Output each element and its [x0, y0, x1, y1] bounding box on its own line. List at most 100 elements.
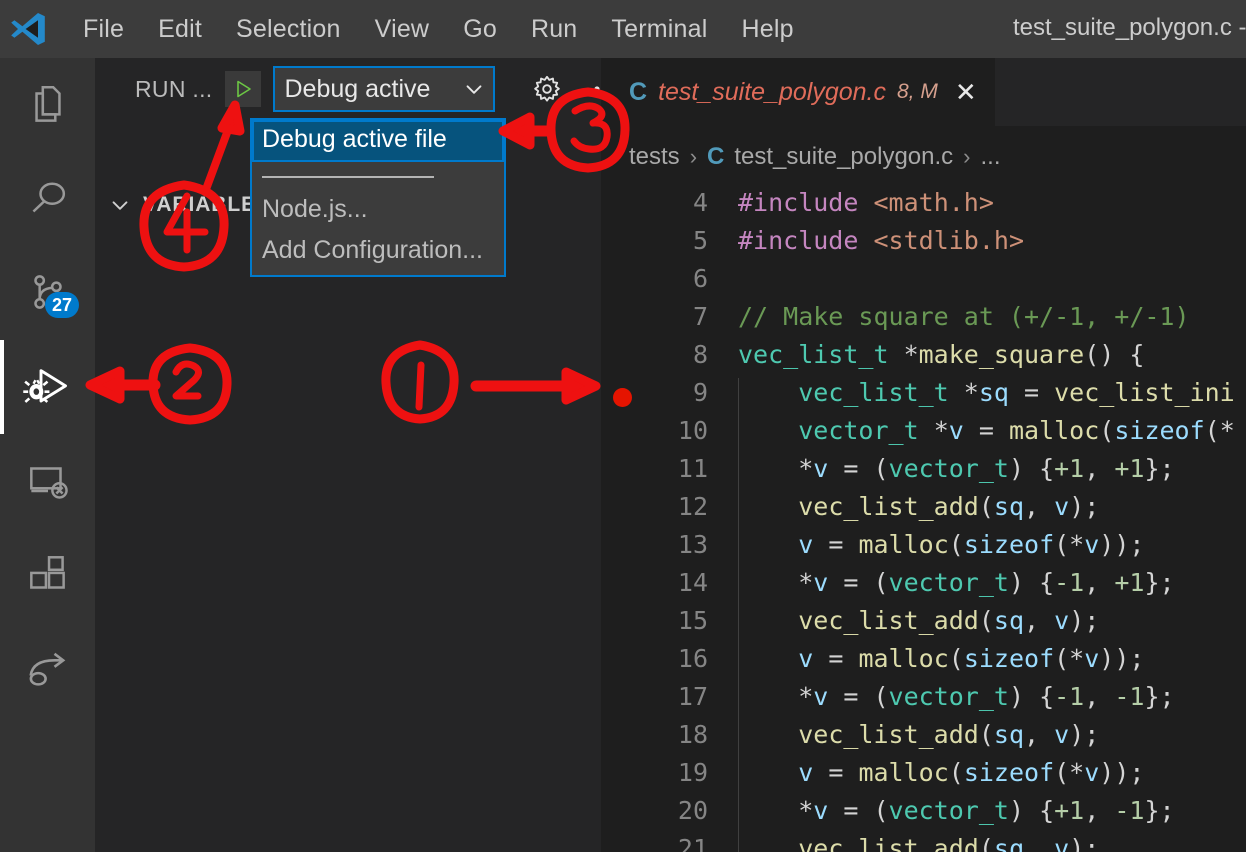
code-line-text: v = malloc(sizeof(*v));: [738, 758, 1144, 787]
tab-label: test_suite_polygon.c: [658, 78, 886, 107]
line-number: 21: [601, 834, 720, 852]
code-line-text: vec_list_t *sq = vec_list_ini: [738, 378, 1235, 407]
chevron-down-icon: [107, 192, 133, 218]
code-editor-content[interactable]: 4 #include <math.h> 5 #include <stdlib.h> 67…: [601, 188, 1246, 852]
code-line-text: vec_list_add(sq, v);: [738, 606, 1099, 635]
code-line[interactable]: 13 v = malloc(sizeof(*v));: [601, 530, 1246, 568]
line-number: 7: [601, 302, 720, 340]
chevron-right-icon: ›: [963, 144, 970, 170]
code-line[interactable]: 7// Make square at (+/-1, +/-1): [601, 302, 1246, 340]
source-control-badge: 27: [45, 292, 79, 318]
dropdown-separator: [252, 162, 504, 190]
code-line-text: vector_t *v = malloc(sizeof(*: [738, 416, 1235, 445]
breadcrumb: tests › C test_suite_polygon.c › ...: [601, 126, 1246, 188]
sidebar-title: RUN ...: [135, 76, 213, 103]
line-number: 9: [601, 378, 720, 416]
vscode-window: File Edit Selection View Go Run Terminal…: [0, 0, 1246, 852]
add-configuration-menu-item[interactable]: Add Configuration...: [252, 231, 504, 273]
debug-configuration-value: Debug active: [285, 75, 461, 104]
vscode-logo: [8, 9, 48, 49]
line-number: 20: [601, 796, 720, 834]
tab-test-suite-polygon-c[interactable]: C test_suite_polygon.c 8, M ✕: [601, 58, 995, 126]
code-line[interactable]: 12 vec_list_add(sq, v);: [601, 492, 1246, 530]
line-number: 6: [601, 264, 720, 302]
menu-item-file[interactable]: File: [66, 11, 141, 48]
debug-configuration-select[interactable]: Debug active: [273, 66, 495, 112]
code-line[interactable]: 10 vector_t *v = malloc(sizeof(*: [601, 416, 1246, 454]
code-line[interactable]: 19 v = malloc(sizeof(*v));: [601, 758, 1246, 796]
debug-active-file-menu-item[interactable]: Debug active file: [252, 120, 504, 162]
title-bar: File Edit Selection View Go Run Terminal…: [0, 0, 1246, 58]
c-file-icon: C: [629, 78, 647, 107]
line-number: 16: [601, 644, 720, 682]
close-icon[interactable]: ✕: [955, 77, 977, 108]
menu-item-terminal[interactable]: Terminal: [594, 11, 724, 48]
menu-bar: File Edit Selection View Go Run Terminal…: [66, 11, 811, 48]
activitybar-item-share[interactable]: [0, 622, 95, 716]
code-line-text: v = malloc(sizeof(*v));: [738, 644, 1144, 673]
remote-explorer-icon: [23, 456, 73, 506]
nodejs-menu-item[interactable]: Node.js...: [252, 190, 504, 232]
code-line[interactable]: 11 *v = (vector_t) {+1, +1};: [601, 454, 1246, 492]
start-debugging-play-button[interactable]: [225, 71, 261, 107]
activitybar-item-search[interactable]: [0, 152, 95, 246]
line-number: 4: [601, 188, 720, 226]
activitybar-item-extensions[interactable]: [0, 528, 95, 622]
menu-item-edit[interactable]: Edit: [141, 11, 219, 48]
code-line[interactable]: 16 v = malloc(sizeof(*v));: [601, 644, 1246, 682]
code-line[interactable]: 21 vec_list_add(sq, v);: [601, 834, 1246, 852]
activitybar-item-explorer[interactable]: [0, 58, 95, 152]
editor-area: C test_suite_polygon.c 8, M ✕ tests › C …: [601, 58, 1246, 852]
extensions-icon: [23, 550, 73, 600]
debug-configuration-dropdown: Debug active file Node.js... Add Configu…: [250, 118, 506, 277]
tab-status-badge: 8, M: [897, 80, 938, 104]
code-line-text: vec_list_t *make_square() {: [738, 340, 1144, 369]
line-number: 5: [601, 226, 720, 264]
code-line-text: vec_list_add(sq, v);: [738, 492, 1099, 521]
gear-icon: [530, 72, 564, 106]
code-line[interactable]: 18 vec_list_add(sq, v);: [601, 720, 1246, 758]
run-debug-icon: [20, 359, 76, 415]
code-line[interactable]: 6: [601, 264, 1246, 302]
c-file-icon: C: [707, 143, 724, 171]
menu-item-help[interactable]: Help: [724, 11, 810, 48]
code-line[interactable]: 15 vec_list_add(sq, v);: [601, 606, 1246, 644]
breadcrumb-file[interactable]: test_suite_polygon.c: [734, 143, 953, 171]
line-number: 13: [601, 530, 720, 568]
code-line-text: vec_list_add(sq, v);: [738, 834, 1099, 852]
chevron-down-icon: [461, 76, 487, 102]
line-number: 15: [601, 606, 720, 644]
tab-bar: C test_suite_polygon.c 8, M ✕: [601, 58, 1246, 126]
code-line[interactable]: 5 #include <stdlib.h>: [601, 226, 1246, 264]
code-line[interactable]: 20 *v = (vector_t) {+1, -1};: [601, 796, 1246, 834]
activitybar-item-run-and-debug[interactable]: [0, 340, 95, 434]
line-number: 19: [601, 758, 720, 796]
menu-item-view[interactable]: View: [358, 11, 447, 48]
play-icon: [231, 77, 255, 101]
code-line-text: #include <math.h>: [738, 188, 994, 217]
line-number: 17: [601, 682, 720, 720]
open-launch-json-button[interactable]: [527, 69, 567, 109]
line-number: 12: [601, 492, 720, 530]
code-line[interactable]: 4 #include <math.h>: [601, 188, 1246, 226]
line-number: 8: [601, 340, 720, 378]
code-line-text: vec_list_add(sq, v);: [738, 720, 1099, 749]
code-line-text: #include <stdlib.h>: [738, 226, 1024, 255]
code-line-text: *v = (vector_t) {-1, +1};: [738, 568, 1175, 597]
menu-item-selection[interactable]: Selection: [219, 11, 358, 48]
window-title: test_suite_polygon.c -: [1013, 14, 1246, 42]
activitybar-item-remote-explorer[interactable]: [0, 434, 95, 528]
line-number: 14: [601, 568, 720, 606]
menu-item-run[interactable]: Run: [514, 11, 594, 48]
files-icon: [23, 80, 73, 130]
code-line-text: *v = (vector_t) {+1, +1};: [738, 454, 1175, 483]
breadcrumb-folder[interactable]: tests: [629, 143, 680, 171]
breadcrumb-overflow[interactable]: ...: [981, 143, 1001, 171]
activitybar-item-source-control[interactable]: 27: [0, 246, 95, 340]
code-line[interactable]: 14 *v = (vector_t) {-1, +1};: [601, 568, 1246, 606]
code-line[interactable]: 8 vec_list_t *make_square() {: [601, 340, 1246, 378]
menu-item-go[interactable]: Go: [446, 11, 514, 48]
line-number: 18: [601, 720, 720, 758]
code-line[interactable]: 17 *v = (vector_t) {-1, -1};: [601, 682, 1246, 720]
code-line[interactable]: 9 vec_list_t *sq = vec_list_ini: [601, 378, 1246, 416]
